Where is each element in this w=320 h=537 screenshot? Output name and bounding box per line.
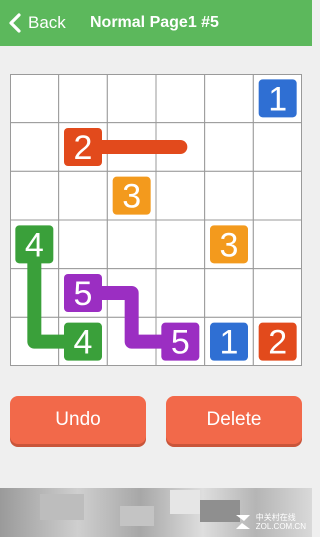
board-cell[interactable] bbox=[252, 268, 302, 318]
number-tile-green[interactable]: 4 bbox=[64, 322, 102, 362]
puzzle-grid: 1234 354 5 1 2 bbox=[10, 74, 302, 366]
tile-number: 2 bbox=[268, 324, 287, 362]
back-label: Back bbox=[28, 13, 66, 32]
board-cell[interactable] bbox=[252, 219, 302, 270]
board-cell[interactable] bbox=[58, 74, 108, 124]
board-cell[interactable] bbox=[10, 170, 60, 221]
watermark-line1: 中关村在线 bbox=[255, 513, 296, 522]
number-tile-orange[interactable]: 3 bbox=[210, 225, 248, 264]
board-cell[interactable] bbox=[58, 170, 108, 221]
undo-button[interactable]: Undo bbox=[10, 396, 146, 444]
board-cell[interactable] bbox=[106, 219, 157, 270]
board-cell[interactable] bbox=[204, 170, 254, 221]
delete-button[interactable]: Delete bbox=[166, 396, 302, 444]
back-button[interactable]: Back bbox=[8, 0, 66, 46]
board-cell[interactable] bbox=[204, 122, 254, 172]
board-cell[interactable] bbox=[155, 219, 206, 270]
board-cell[interactable] bbox=[204, 74, 254, 124]
board-cell[interactable] bbox=[106, 74, 157, 124]
number-tile-orange[interactable]: 3 bbox=[112, 176, 151, 216]
tile-number: 4 bbox=[74, 324, 93, 362]
number-tile-green[interactable]: 4 bbox=[15, 225, 54, 264]
board-cell[interactable] bbox=[58, 219, 108, 270]
tile-number: 1 bbox=[268, 80, 287, 118]
tile-number: 5 bbox=[171, 324, 190, 362]
board-cell[interactable] bbox=[10, 122, 60, 172]
number-tile-purple[interactable]: 5 bbox=[161, 322, 200, 362]
board-cell[interactable] bbox=[252, 170, 302, 221]
number-tile-purple[interactable]: 5 bbox=[64, 274, 102, 313]
watermark: 中关村在线 ZOL.COM.CN bbox=[234, 513, 306, 531]
tile-number: 4 bbox=[25, 226, 44, 264]
number-tile-red[interactable]: 2 bbox=[258, 322, 297, 362]
board-cell[interactable] bbox=[204, 268, 254, 318]
number-tile-red[interactable]: 2 bbox=[64, 128, 102, 167]
board-cell[interactable] bbox=[155, 170, 206, 221]
tile-number: 1 bbox=[220, 324, 239, 362]
tile-number: 3 bbox=[220, 226, 239, 264]
tile-number: 2 bbox=[74, 129, 93, 167]
zol-logo-icon bbox=[234, 513, 252, 531]
page-title: Normal Page1 #5 bbox=[90, 14, 219, 31]
tile-number: 5 bbox=[74, 275, 93, 313]
number-tile-blue[interactable]: 1 bbox=[258, 79, 297, 118]
board-cell[interactable] bbox=[252, 122, 302, 172]
top-bar: Back Normal Page1 #5 bbox=[0, 0, 312, 46]
chevron-left-icon bbox=[8, 13, 24, 33]
board-cell[interactable] bbox=[155, 268, 206, 318]
footer-banner: 中关村在线 ZOL.COM.CN bbox=[0, 488, 312, 537]
tile-number: 3 bbox=[122, 178, 141, 216]
number-tile-blue[interactable]: 1 bbox=[210, 322, 248, 362]
board-cell[interactable] bbox=[155, 74, 206, 124]
board-cell[interactable] bbox=[10, 74, 60, 124]
puzzle-board: 1234354512 bbox=[10, 74, 302, 366]
watermark-line2: ZOL.COM.CN bbox=[255, 522, 306, 531]
